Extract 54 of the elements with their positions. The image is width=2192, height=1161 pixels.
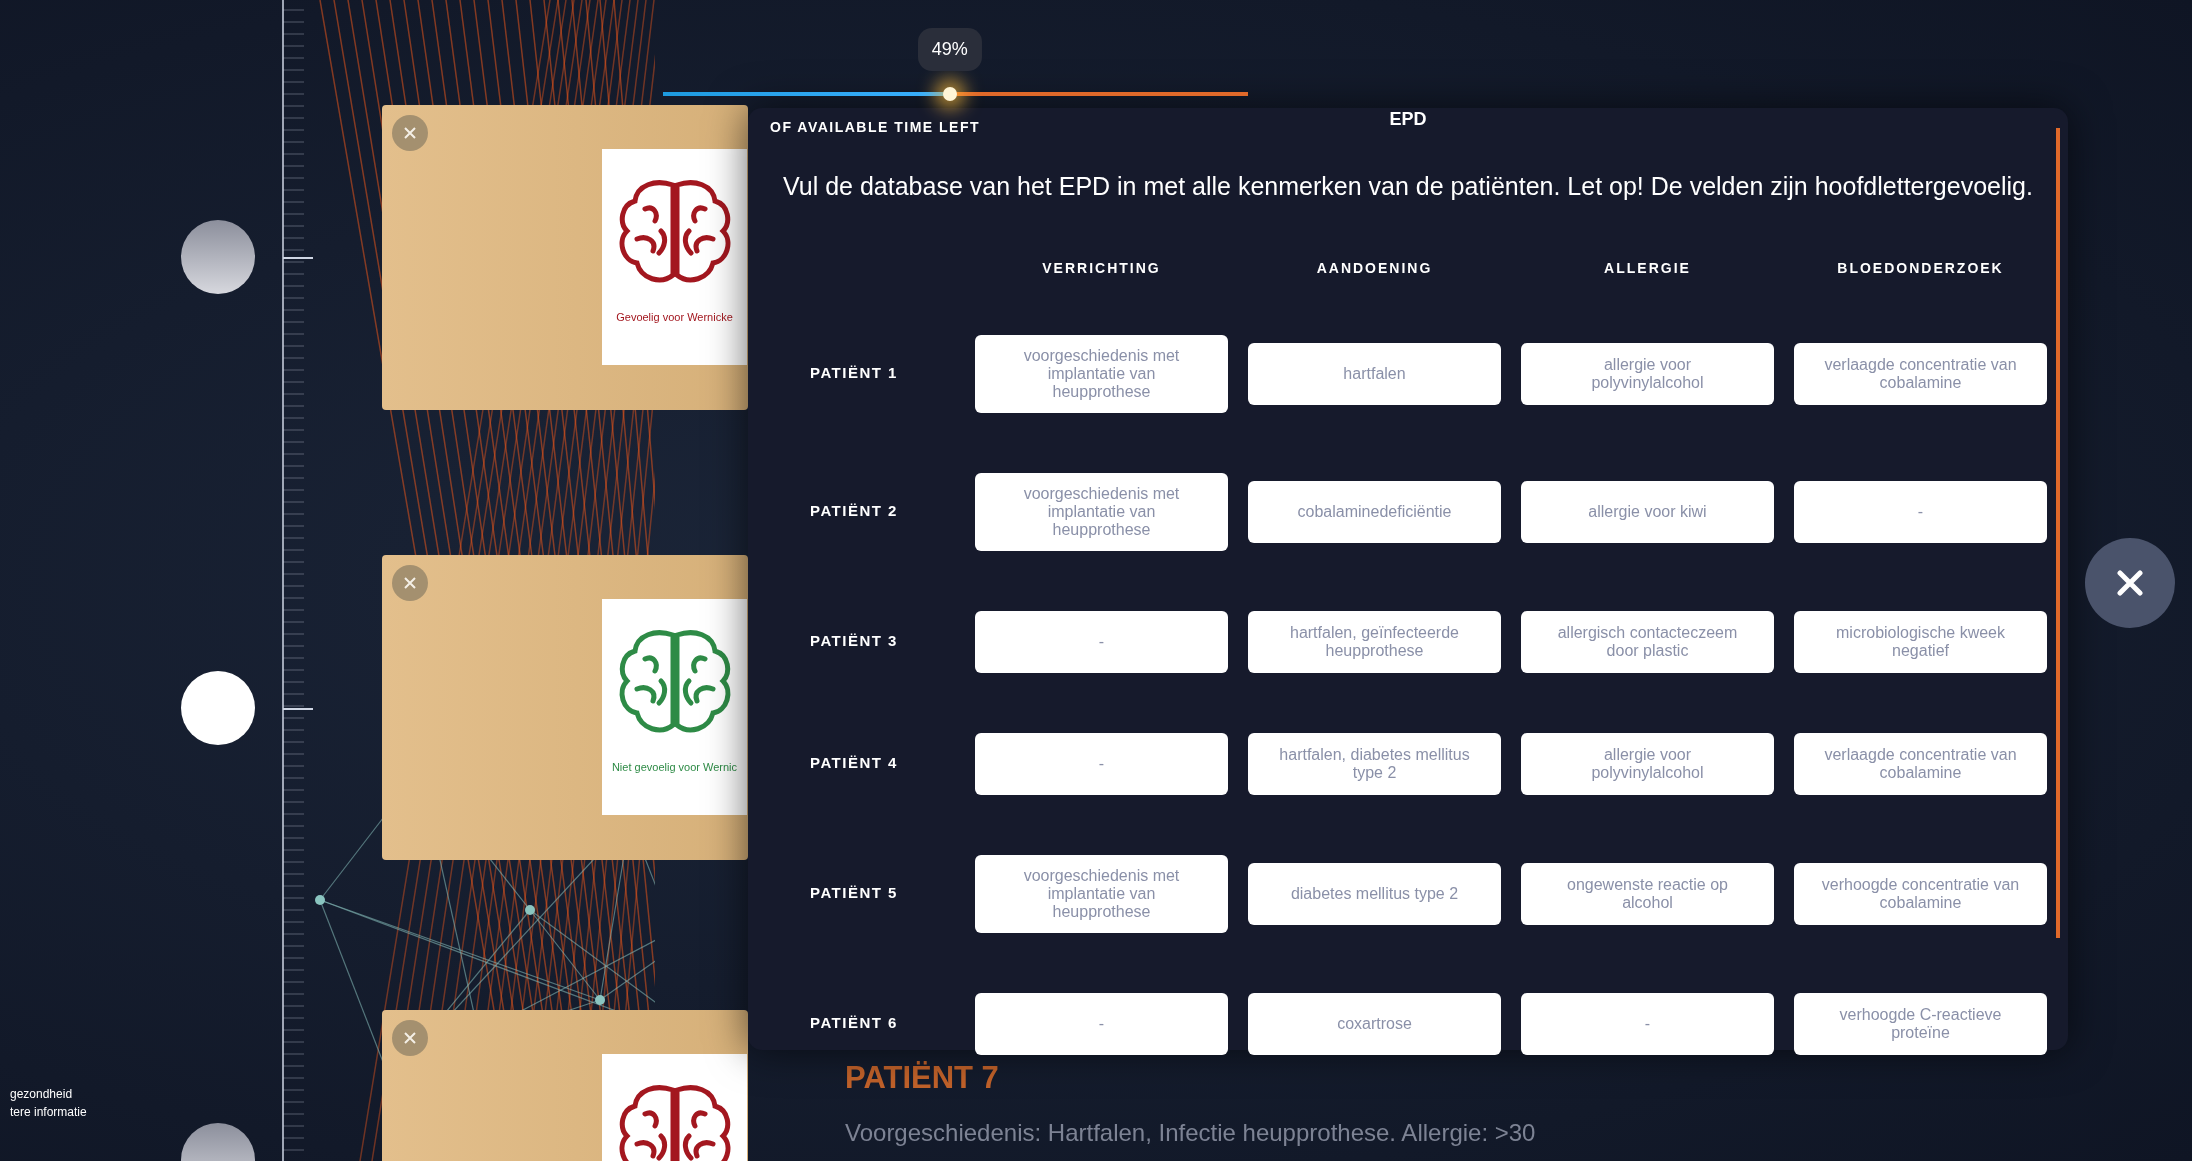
- row-label: PATIËNT 6: [810, 1013, 899, 1034]
- input-field[interactable]: -: [975, 610, 1228, 673]
- row-label: PATIËNT 5: [810, 883, 899, 904]
- timeline-connector: [283, 708, 313, 710]
- input-field[interactable]: allergie voor polyvinylalcohol: [1521, 732, 1774, 795]
- input-field[interactable]: -: [975, 992, 1228, 1055]
- timer-caption: OF AVAILABLE TIME LEFT: [770, 118, 981, 137]
- input-field[interactable]: -: [975, 732, 1228, 795]
- input-field[interactable]: hartfalen, geïnfecteerde heupprothese: [1248, 610, 1501, 673]
- input-field[interactable]: voorgeschiedenis met implantatie van heupprothese: [975, 854, 1228, 933]
- row-label: PATIËNT 2: [810, 501, 899, 522]
- input-field[interactable]: verlaagde concentratie van cobalamine: [1794, 732, 2047, 795]
- input-field[interactable]: verhoogde C-reactieve proteïne: [1794, 992, 2047, 1055]
- row-label: PATIËNT 4: [810, 753, 899, 774]
- input-field[interactable]: verhoogde concentratie van cobalamine: [1794, 862, 2047, 925]
- side-note: gezondheid: [10, 1086, 73, 1103]
- dialog-title: EPD: [1389, 110, 1427, 128]
- column-header: AANDOENING: [1315, 258, 1434, 278]
- input-field[interactable]: hartfalen: [1248, 342, 1501, 405]
- close-icon: [2117, 570, 2143, 596]
- input-field[interactable]: ongewenste reactie op alcohol: [1521, 862, 1774, 925]
- input-field[interactable]: cobalaminedeficiëntie: [1248, 480, 1501, 543]
- input-field[interactable]: voorgeschiedenis met implantatie van heupprothese: [975, 334, 1228, 413]
- scrollbar-thumb[interactable]: [2056, 128, 2060, 938]
- input-field[interactable]: diabetes mellitus type 2: [1248, 862, 1501, 925]
- timer-thumb: [942, 87, 957, 101]
- input-field[interactable]: allergie voor polyvinylalcohol: [1521, 342, 1774, 405]
- input-field[interactable]: voorgeschiedenis met implantatie van heupprothese: [975, 472, 1228, 551]
- case-description: Voorgeschiedenis: Hartfalen, Infectie heupprothese. Allergie: >30: [845, 1118, 1536, 1148]
- column-header: ALLERGIE: [1603, 258, 1692, 278]
- input-field[interactable]: allergie voor kiwi: [1521, 480, 1774, 543]
- input-field[interactable]: allergisch contacteczeem door plastic: [1521, 610, 1774, 673]
- input-field[interactable]: -: [1794, 480, 2047, 543]
- side-note: tere informatie: [10, 1104, 87, 1121]
- folder[interactable]: Gevoelig voor Wernicke: [382, 105, 748, 410]
- close-icon: [403, 1031, 417, 1045]
- input-field[interactable]: -: [1521, 992, 1774, 1055]
- input-field[interactable]: microbiologische kweek negatief: [1794, 610, 2047, 673]
- case-title: PATIËNT 7: [845, 1059, 999, 1097]
- close-icon: [403, 576, 417, 590]
- column-header: VERRICHTING: [1041, 258, 1162, 278]
- close-icon: [403, 126, 417, 140]
- card-caption: Gevoelig voor Wernicke: [616, 310, 733, 325]
- card-caption: Niet gevoelig voor Wernic: [611, 760, 738, 775]
- timer-reading: 49%: [917, 28, 982, 71]
- row-label: PATIËNT 1: [810, 363, 899, 384]
- input-field[interactable]: coxartrose: [1248, 992, 1501, 1055]
- input-field[interactable]: verlaagde concentratie van cobalamine: [1794, 342, 2047, 405]
- column-header: BLOEDONDERZOEK: [1836, 258, 2005, 278]
- input-field[interactable]: hartfalen, diabetes mellitus type 2: [1248, 732, 1501, 795]
- row-label: PATIËNT 3: [810, 631, 899, 652]
- timeline-connector: [283, 257, 313, 259]
- folder[interactable]: Niet gevoelig voor Wernic: [382, 555, 748, 860]
- instruction-text: Vul de database van het EPD in met alle kenmerken van de patiënten. Let op! De velden zijn hoofdlettergevoelig.: [783, 171, 2033, 202]
